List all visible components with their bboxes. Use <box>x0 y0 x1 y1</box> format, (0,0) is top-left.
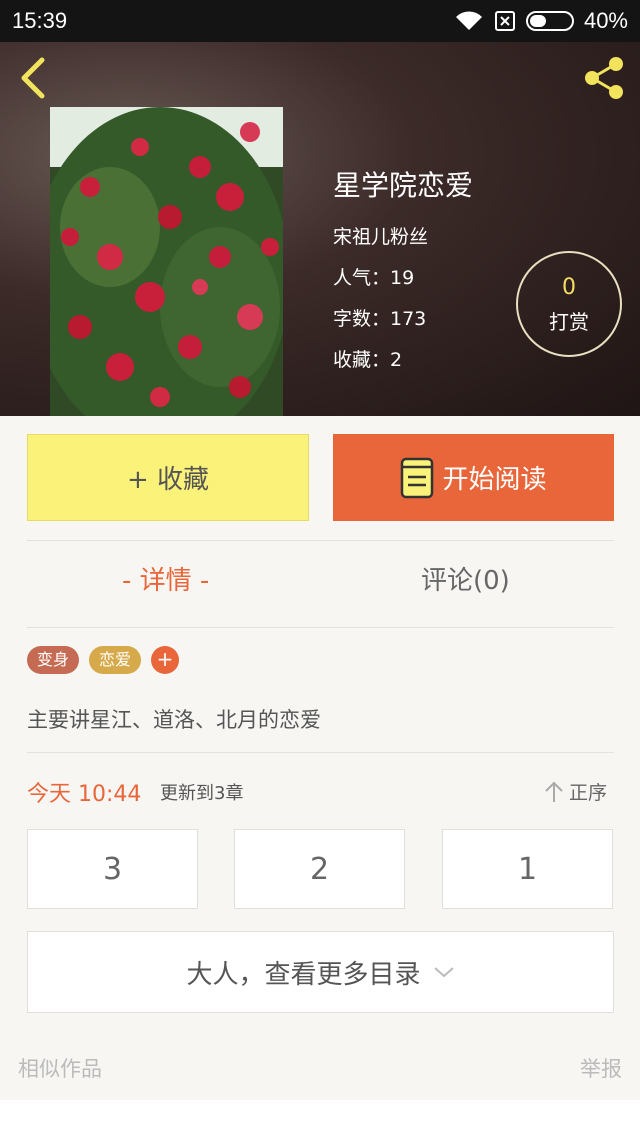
arrow-up-icon <box>545 781 563 802</box>
wifi-icon <box>455 11 482 30</box>
book-description: 主要讲星江、道洛、北月的恋爱 <box>27 708 321 732</box>
book-cover[interactable] <box>50 107 283 416</box>
status-indicators: 40% <box>454 8 628 34</box>
collect-button[interactable]: + 收藏 <box>27 434 309 521</box>
tab-comment[interactable]: 评论(0) <box>421 560 510 597</box>
book-favorites: 收藏：2 <box>333 349 403 371</box>
divider <box>27 627 614 628</box>
tag-transform[interactable]: 变身 <box>27 646 80 674</box>
sort-order-label: 正序 <box>569 782 608 804</box>
book-icon <box>401 457 434 498</box>
bottom-area <box>0 1100 640 1138</box>
tab-detail[interactable]: - 详情 - <box>122 560 209 597</box>
book-author[interactable]: 宋祖儿粉丝 <box>333 222 473 249</box>
update-text: 更新到3章 <box>160 783 244 804</box>
more-catalog-label: 大人，查看更多目录 <box>186 959 421 990</box>
chapter-button[interactable]: 1 <box>442 829 613 909</box>
cover-image <box>50 107 283 416</box>
chapter-button[interactable]: 3 <box>27 829 198 909</box>
reward-label: 打赏 <box>549 310 589 334</box>
book-popularity: 人气：19 <box>333 267 415 289</box>
more-catalog-button[interactable]: 大人，查看更多目录 <box>27 931 614 1013</box>
back-icon[interactable] <box>14 56 54 100</box>
sort-order-toggle[interactable]: 正序 <box>543 778 607 805</box>
add-tag-button[interactable]: + <box>151 646 180 674</box>
share-icon[interactable] <box>580 54 628 102</box>
book-info: 星学院恋爱 宋祖儿粉丝 人气：19 字数：173 收藏：2 <box>333 164 473 386</box>
tag-romance[interactable]: 恋爱 <box>89 646 142 674</box>
battery-percent: 40% <box>583 8 628 33</box>
similar-works-label: 相似作品 <box>18 1057 102 1081</box>
report-button[interactable]: 举报 <box>580 1053 622 1083</box>
start-reading-button[interactable]: 开始阅读 <box>333 434 614 521</box>
reward-count: 0 <box>562 275 576 300</box>
divider <box>27 540 614 541</box>
battery-icon <box>525 11 574 31</box>
status-time: 15:39 <box>12 8 68 33</box>
status-bar: 15:39 40% <box>0 0 640 42</box>
start-reading-label: 开始阅读 <box>442 465 547 495</box>
sim-icon <box>494 11 515 31</box>
collect-label: + 收藏 <box>126 465 210 495</box>
tag-list: 变身 恋爱 + <box>27 646 180 674</box>
update-time: 今天 10:44 <box>27 782 142 807</box>
book-title: 星学院恋爱 <box>333 169 474 202</box>
chapter-button[interactable]: 2 <box>234 829 405 909</box>
book-header: 星学院恋爱 宋祖儿粉丝 人气：19 字数：173 收藏：2 0 打赏 <box>0 42 640 416</box>
chevron-down-icon <box>433 967 454 978</box>
book-word-count: 字数：173 <box>333 308 427 330</box>
divider <box>27 752 614 753</box>
reward-button[interactable]: 0 打赏 <box>516 251 622 357</box>
